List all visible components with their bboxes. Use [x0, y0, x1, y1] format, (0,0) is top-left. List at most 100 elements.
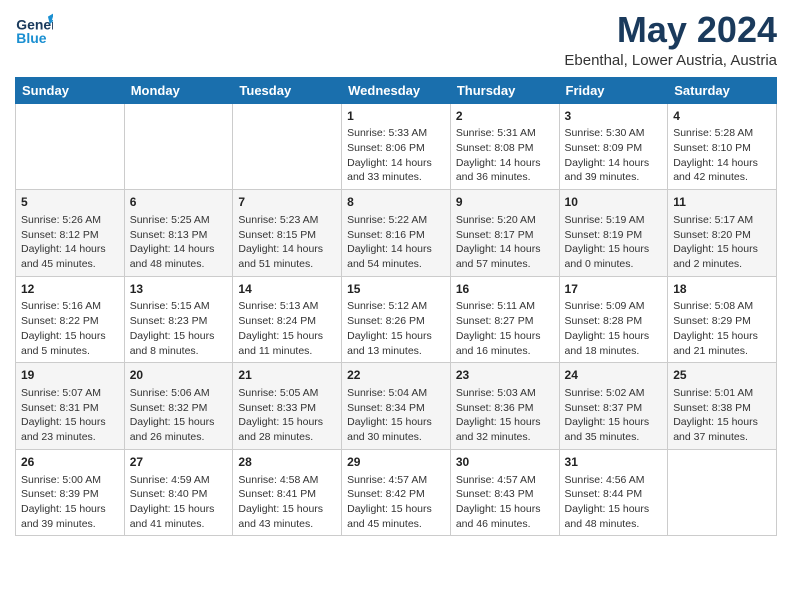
day-number: 2 — [456, 108, 554, 125]
cell-line: Sunrise: 5:02 AM — [565, 386, 663, 401]
cell-line: Daylight: 15 hours — [130, 329, 228, 344]
calendar-cell: 2Sunrise: 5:31 AMSunset: 8:08 PMDaylight… — [450, 103, 559, 190]
cell-line: Daylight: 15 hours — [130, 415, 228, 430]
cell-line: Sunset: 8:20 PM — [673, 228, 771, 243]
cell-line: Sunset: 8:22 PM — [21, 314, 119, 329]
calendar-cell: 25Sunrise: 5:01 AMSunset: 8:38 PMDayligh… — [668, 363, 777, 450]
page: General Blue May 2024 Ebenthal, Lower Au… — [0, 0, 792, 551]
cell-line: and 2 minutes. — [673, 257, 771, 272]
cell-line: Sunset: 8:13 PM — [130, 228, 228, 243]
cell-content: 23Sunrise: 5:03 AMSunset: 8:36 PMDayligh… — [456, 367, 554, 445]
cell-line: and 16 minutes. — [456, 344, 554, 359]
cell-line: Sunrise: 5:22 AM — [347, 213, 445, 228]
day-number: 28 — [238, 454, 336, 471]
cell-content: 19Sunrise: 5:07 AMSunset: 8:31 PMDayligh… — [21, 367, 119, 445]
cell-line: and 26 minutes. — [130, 430, 228, 445]
cell-line: and 8 minutes. — [130, 344, 228, 359]
cell-line: Sunset: 8:31 PM — [21, 401, 119, 416]
calendar-cell: 23Sunrise: 5:03 AMSunset: 8:36 PMDayligh… — [450, 363, 559, 450]
day-number: 27 — [130, 454, 228, 471]
cell-line: Sunset: 8:12 PM — [21, 228, 119, 243]
cell-content: 22Sunrise: 5:04 AMSunset: 8:34 PMDayligh… — [347, 367, 445, 445]
cell-line: Sunrise: 5:12 AM — [347, 299, 445, 314]
day-number: 4 — [673, 108, 771, 125]
day-number: 25 — [673, 367, 771, 384]
calendar-cell — [233, 103, 342, 190]
cell-line: Daylight: 15 hours — [21, 415, 119, 430]
cell-line: Sunrise: 5:28 AM — [673, 126, 771, 141]
calendar-cell: 30Sunrise: 4:57 AMSunset: 8:43 PMDayligh… — [450, 449, 559, 536]
cell-content: 26Sunrise: 5:00 AMSunset: 8:39 PMDayligh… — [21, 454, 119, 532]
cell-content: 10Sunrise: 5:19 AMSunset: 8:19 PMDayligh… — [565, 194, 663, 272]
cell-line: Sunset: 8:15 PM — [238, 228, 336, 243]
calendar-day-header: Friday — [559, 77, 668, 103]
cell-content: 24Sunrise: 5:02 AMSunset: 8:37 PMDayligh… — [565, 367, 663, 445]
calendar-week-row: 12Sunrise: 5:16 AMSunset: 8:22 PMDayligh… — [16, 276, 777, 363]
cell-line: Sunrise: 4:57 AM — [456, 473, 554, 488]
cell-line: Daylight: 15 hours — [565, 242, 663, 257]
cell-content: 21Sunrise: 5:05 AMSunset: 8:33 PMDayligh… — [238, 367, 336, 445]
cell-line: and 35 minutes. — [565, 430, 663, 445]
day-number: 11 — [673, 194, 771, 211]
cell-line: Sunrise: 5:04 AM — [347, 386, 445, 401]
cell-content: 30Sunrise: 4:57 AMSunset: 8:43 PMDayligh… — [456, 454, 554, 532]
cell-line: Daylight: 14 hours — [347, 242, 445, 257]
calendar-cell: 17Sunrise: 5:09 AMSunset: 8:28 PMDayligh… — [559, 276, 668, 363]
day-number: 15 — [347, 281, 445, 298]
calendar-cell: 20Sunrise: 5:06 AMSunset: 8:32 PMDayligh… — [124, 363, 233, 450]
cell-line: Sunset: 8:08 PM — [456, 141, 554, 156]
calendar-cell: 4Sunrise: 5:28 AMSunset: 8:10 PMDaylight… — [668, 103, 777, 190]
cell-line: Sunrise: 5:00 AM — [21, 473, 119, 488]
header: General Blue May 2024 Ebenthal, Lower Au… — [15, 10, 777, 69]
cell-line: and 39 minutes. — [565, 170, 663, 185]
day-number: 24 — [565, 367, 663, 384]
cell-line: Sunrise: 5:19 AM — [565, 213, 663, 228]
calendar-cell: 5Sunrise: 5:26 AMSunset: 8:12 PMDaylight… — [16, 190, 125, 277]
calendar-cell: 10Sunrise: 5:19 AMSunset: 8:19 PMDayligh… — [559, 190, 668, 277]
cell-line: Sunrise: 5:05 AM — [238, 386, 336, 401]
location: Ebenthal, Lower Austria, Austria — [564, 52, 777, 69]
calendar-cell: 18Sunrise: 5:08 AMSunset: 8:29 PMDayligh… — [668, 276, 777, 363]
cell-line: Sunrise: 4:58 AM — [238, 473, 336, 488]
cell-line: Sunrise: 5:17 AM — [673, 213, 771, 228]
day-number: 14 — [238, 281, 336, 298]
cell-content: 14Sunrise: 5:13 AMSunset: 8:24 PMDayligh… — [238, 281, 336, 359]
day-number: 3 — [565, 108, 663, 125]
cell-line: Daylight: 14 hours — [456, 242, 554, 257]
calendar-cell — [124, 103, 233, 190]
calendar-week-row: 5Sunrise: 5:26 AMSunset: 8:12 PMDaylight… — [16, 190, 777, 277]
logo: General Blue — [15, 10, 53, 48]
cell-content: 8Sunrise: 5:22 AMSunset: 8:16 PMDaylight… — [347, 194, 445, 272]
cell-line: Daylight: 15 hours — [238, 329, 336, 344]
calendar-day-header: Sunday — [16, 77, 125, 103]
cell-line: Daylight: 15 hours — [456, 329, 554, 344]
cell-line: Sunset: 8:41 PM — [238, 487, 336, 502]
cell-line: Daylight: 14 hours — [130, 242, 228, 257]
day-number: 13 — [130, 281, 228, 298]
cell-line: Sunrise: 5:01 AM — [673, 386, 771, 401]
cell-line: Daylight: 15 hours — [673, 329, 771, 344]
cell-line: Sunset: 8:16 PM — [347, 228, 445, 243]
cell-line: and 37 minutes. — [673, 430, 771, 445]
calendar-week-row: 26Sunrise: 5:00 AMSunset: 8:39 PMDayligh… — [16, 449, 777, 536]
cell-line: and 54 minutes. — [347, 257, 445, 272]
cell-line: and 45 minutes. — [347, 517, 445, 532]
cell-line: Sunrise: 5:11 AM — [456, 299, 554, 314]
day-number: 30 — [456, 454, 554, 471]
day-number: 6 — [130, 194, 228, 211]
cell-line: and 57 minutes. — [456, 257, 554, 272]
calendar-cell: 9Sunrise: 5:20 AMSunset: 8:17 PMDaylight… — [450, 190, 559, 277]
cell-content: 16Sunrise: 5:11 AMSunset: 8:27 PMDayligh… — [456, 281, 554, 359]
cell-content: 28Sunrise: 4:58 AMSunset: 8:41 PMDayligh… — [238, 454, 336, 532]
calendar-cell: 6 Sunrise: 5:25 AMSunset: 8:13 PMDaylight… — [124, 190, 233, 277]
cell-line: Sunset: 8:42 PM — [347, 487, 445, 502]
cell-content: 25Sunrise: 5:01 AMSunset: 8:38 PMDayligh… — [673, 367, 771, 445]
calendar-cell: 7Sunrise: 5:23 AMSunset: 8:15 PMDaylight… — [233, 190, 342, 277]
cell-line: and 43 minutes. — [238, 517, 336, 532]
cell-line: and 28 minutes. — [238, 430, 336, 445]
cell-line: Sunrise: 5:25 AM — [130, 213, 228, 228]
cell-line: and 21 minutes. — [673, 344, 771, 359]
cell-content: 11Sunrise: 5:17 AMSunset: 8:20 PMDayligh… — [673, 194, 771, 272]
cell-line: Daylight: 15 hours — [347, 415, 445, 430]
cell-line: and 45 minutes. — [21, 257, 119, 272]
